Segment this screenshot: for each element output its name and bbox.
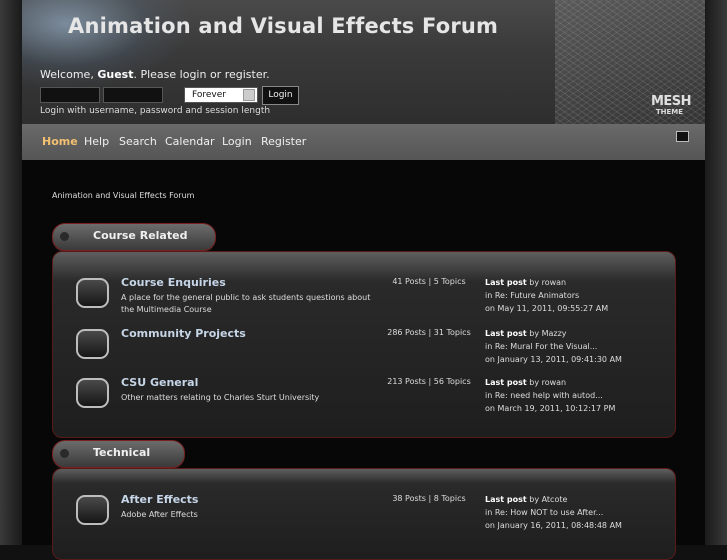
board-stats: 41 Posts | 5 Topics — [392, 277, 466, 286]
site-title[interactable]: Animation and Visual Effects Forum — [68, 14, 498, 38]
board-stats: 213 Posts | 56 Topics — [387, 377, 471, 386]
session-length-value: Forever — [192, 90, 226, 100]
last-post-label: Last post — [485, 278, 527, 287]
welcome-user: Guest — [97, 68, 134, 81]
nav-item-help[interactable]: Help — [84, 135, 109, 148]
last-post-label: Last post — [485, 495, 527, 504]
breadcrumb[interactable]: Animation and Visual Effects Forum — [52, 191, 194, 200]
board-last-post: Last post by rowan in Re: Future Animato… — [485, 276, 608, 315]
theme-logo: MESH — [650, 94, 692, 109]
username-field[interactable] — [40, 87, 100, 103]
board-row: After Effects Adobe After Effects 38 Pos… — [53, 493, 675, 543]
nav-item-home[interactable]: Home — [42, 135, 78, 148]
theme-logo-sub: THEME — [655, 108, 683, 116]
last-post-date: on March 19, 2011, 10:12:17 PM — [485, 404, 616, 413]
login-hint: Login with username, password and sessio… — [40, 106, 271, 116]
board-name[interactable]: Community Projects — [121, 327, 246, 340]
welcome-suffix: . Please login or register. — [133, 68, 270, 81]
board-description: Other matters relating to Charles Sturt … — [121, 393, 320, 402]
session-length-select[interactable]: Forever — [184, 87, 258, 103]
board-row: Course Enquiries A place for the general… — [53, 276, 675, 326]
board-last-post: Last post by Mazzy in Re: Mural For the … — [485, 327, 622, 366]
category-panel-technical: After Effects Adobe After Effects 38 Pos… — [52, 468, 676, 560]
last-post-by[interactable]: by Mazzy — [529, 329, 566, 338]
nav-item-register[interactable]: Register — [261, 135, 306, 148]
last-post-date: on May 11, 2011, 09:55:27 AM — [485, 304, 609, 313]
board-row: Community Projects 286 Posts | 31 Topics… — [53, 327, 675, 377]
board-last-post: Last post by Atcote in Re: How NOT to us… — [485, 493, 622, 532]
last-post-topic[interactable]: in Re: Future Animators — [485, 291, 579, 300]
right-frame — [705, 0, 727, 545]
category-title: Technical — [93, 446, 151, 459]
category-header-technical[interactable]: Technical — [52, 440, 185, 468]
chevron-down-icon — [243, 89, 255, 101]
last-post-topic[interactable]: in Re: How NOT to use After... — [485, 508, 603, 517]
board-status-icon — [76, 495, 109, 525]
last-post-label: Last post — [485, 378, 527, 387]
login-button[interactable]: Login — [262, 86, 299, 105]
board-status-icon — [76, 278, 109, 308]
last-post-by[interactable]: by Atcote — [529, 495, 567, 504]
last-post-by[interactable]: by rowan — [529, 278, 566, 287]
nav-item-login[interactable]: Login — [222, 135, 252, 148]
category-header-course-related[interactable]: Course Related — [52, 223, 216, 251]
nav-item-calendar[interactable]: Calendar — [165, 135, 214, 148]
board-name[interactable]: After Effects — [121, 493, 198, 506]
collapse-header-icon[interactable] — [676, 131, 689, 142]
category-collapse-icon[interactable] — [60, 449, 69, 458]
main-nav: Home Help Search Calendar Login Register — [22, 124, 705, 160]
header: MESH THEME Animation and Visual Effects … — [22, 0, 705, 124]
last-post-date: on January 16, 2011, 08:48:48 AM — [485, 521, 622, 530]
welcome-text: Welcome, Guest. Please login or register… — [40, 68, 270, 81]
last-post-by[interactable]: by rowan — [529, 378, 566, 387]
board-description: A place for the general public to ask st… — [121, 293, 371, 314]
content-area: Animation and Visual Effects Forum Cours… — [22, 160, 705, 560]
category-title: Course Related — [93, 229, 188, 242]
board-row: CSU General Other matters relating to Ch… — [53, 376, 675, 426]
last-post-topic[interactable]: in Re: need help with autod... — [485, 391, 603, 400]
board-name[interactable]: Course Enquiries — [121, 276, 226, 289]
nav-item-search[interactable]: Search — [119, 135, 157, 148]
welcome-prefix: Welcome, — [40, 68, 94, 81]
password-field[interactable] — [103, 87, 163, 103]
category-collapse-icon[interactable] — [60, 232, 69, 241]
last-post-date: on January 13, 2011, 09:41:30 AM — [485, 355, 622, 364]
board-last-post: Last post by rowan in Re: need help with… — [485, 376, 615, 415]
board-stats: 286 Posts | 31 Topics — [387, 328, 471, 337]
left-frame — [0, 0, 22, 545]
board-status-icon — [76, 378, 109, 408]
last-post-topic[interactable]: in Re: Mural For the Visual... — [485, 342, 597, 351]
board-name[interactable]: CSU General — [121, 376, 198, 389]
board-description: Adobe After Effects — [121, 510, 198, 519]
page: MESH THEME Animation and Visual Effects … — [22, 0, 705, 560]
last-post-label: Last post — [485, 329, 527, 338]
board-stats: 38 Posts | 8 Topics — [392, 494, 466, 503]
board-status-icon — [76, 329, 109, 359]
category-panel-course-related: Course Enquiries A place for the general… — [52, 251, 676, 438]
